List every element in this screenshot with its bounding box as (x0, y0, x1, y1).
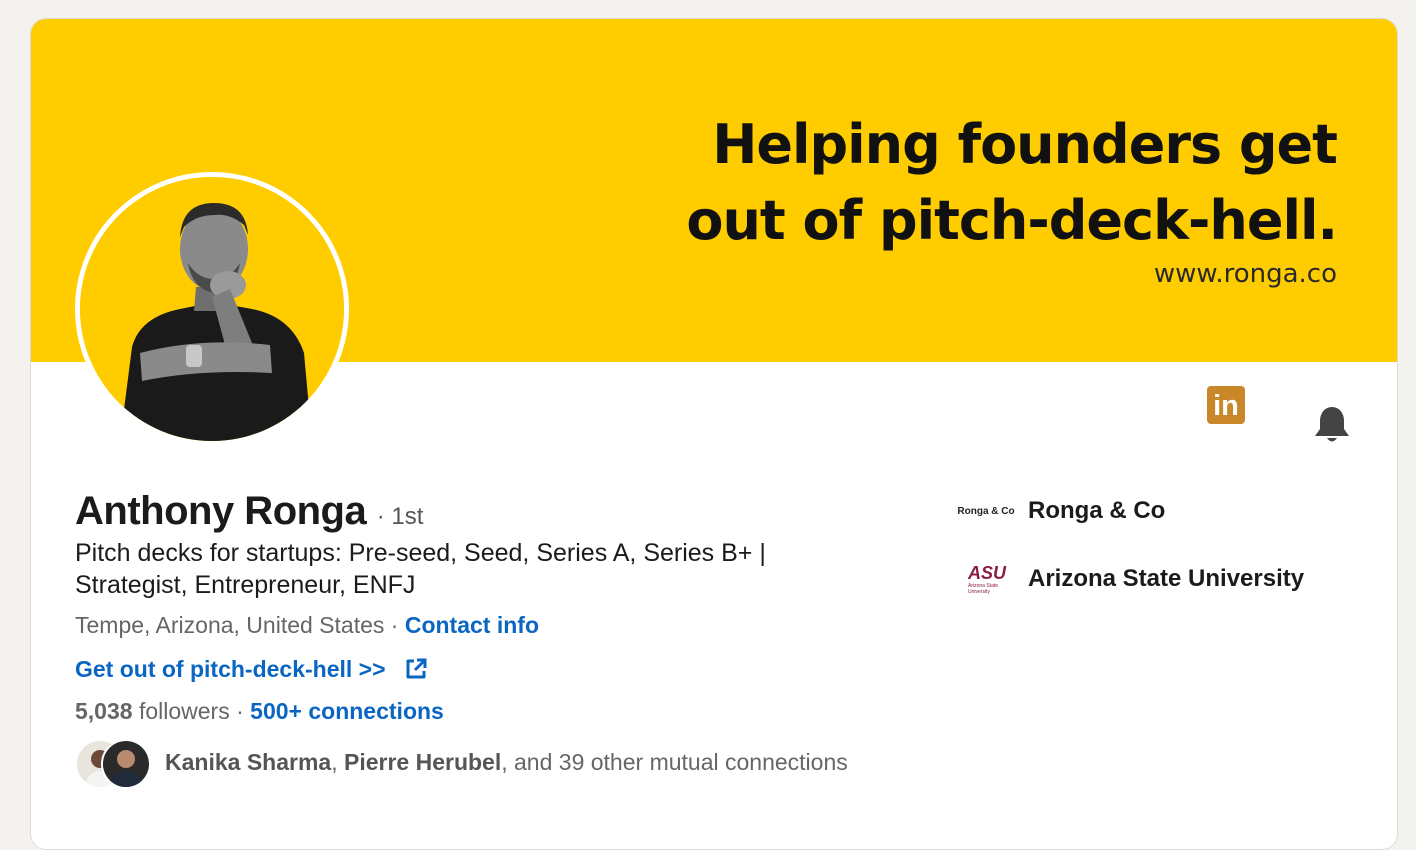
mutual-separator: , (331, 749, 344, 775)
bell-icon[interactable] (1313, 405, 1351, 445)
followers-count: 5,038 (75, 698, 133, 724)
banner-url: www.ronga.co (1153, 259, 1337, 289)
mutual-person-2: Pierre Herubel (343, 749, 502, 775)
linkedin-icon[interactable]: in (1207, 386, 1245, 424)
profile-avatar[interactable] (75, 172, 349, 446)
website-link[interactable]: Get out of pitch-deck-hell >> (75, 656, 386, 682)
banner-headline-line2: out of pitch-deck-hell. (686, 189, 1338, 252)
external-link-icon[interactable] (404, 657, 428, 687)
mutual-connections-text[interactable]: Kanika Sharma, Pierre Herubel, and 39 ot… (165, 749, 848, 776)
svg-text:ASU: ASU (967, 563, 1007, 583)
location-separator: · (384, 612, 405, 638)
location-row: Tempe, Arizona, United States · Contact … (75, 612, 539, 639)
asu-logo: ASU Arizona State University (958, 559, 1014, 599)
name-row: Anthony Ronga · 1st (75, 489, 423, 534)
followers-row: 5,038 followers · 500+ connections (75, 698, 444, 725)
followers-label: followers (132, 698, 230, 724)
connections-link[interactable]: 500+ connections (250, 698, 444, 724)
company-name-ronga: Ronga & Co (1028, 497, 1166, 524)
banner-headline: Helping founders get out of pitch-deck-h… (686, 107, 1338, 259)
ronga-logo: Ronga & Co (957, 505, 1015, 517)
contact-info-link[interactable]: Contact info (405, 612, 539, 638)
mutual-rest: , and 39 other mutual connections (501, 749, 848, 775)
website-row[interactable]: Get out of pitch-deck-hell >> (75, 656, 428, 687)
banner-headline-line1: Helping founders get (712, 113, 1338, 176)
connections-separator: · (229, 698, 251, 724)
svg-text:University: University (968, 589, 990, 595)
profile-location: Tempe, Arizona, United States (75, 612, 385, 638)
experience-ronga[interactable]: Ronga & Co Ronga & Co (957, 491, 1166, 531)
mutual-avatar-2 (101, 739, 151, 789)
mutual-person-1: Kanika Sharma (165, 749, 332, 775)
experience-asu[interactable]: ASU Arizona State University Arizona Sta… (958, 559, 1304, 599)
company-name-asu: Arizona State University (1028, 565, 1305, 592)
profile-card: Helping founders get out of pitch-deck-h… (30, 18, 1398, 850)
profile-name: Anthony Ronga (75, 489, 367, 533)
connection-degree: · 1st (376, 503, 424, 530)
profile-headline: Pitch decks for startups: Pre-seed, Seed… (75, 539, 766, 599)
